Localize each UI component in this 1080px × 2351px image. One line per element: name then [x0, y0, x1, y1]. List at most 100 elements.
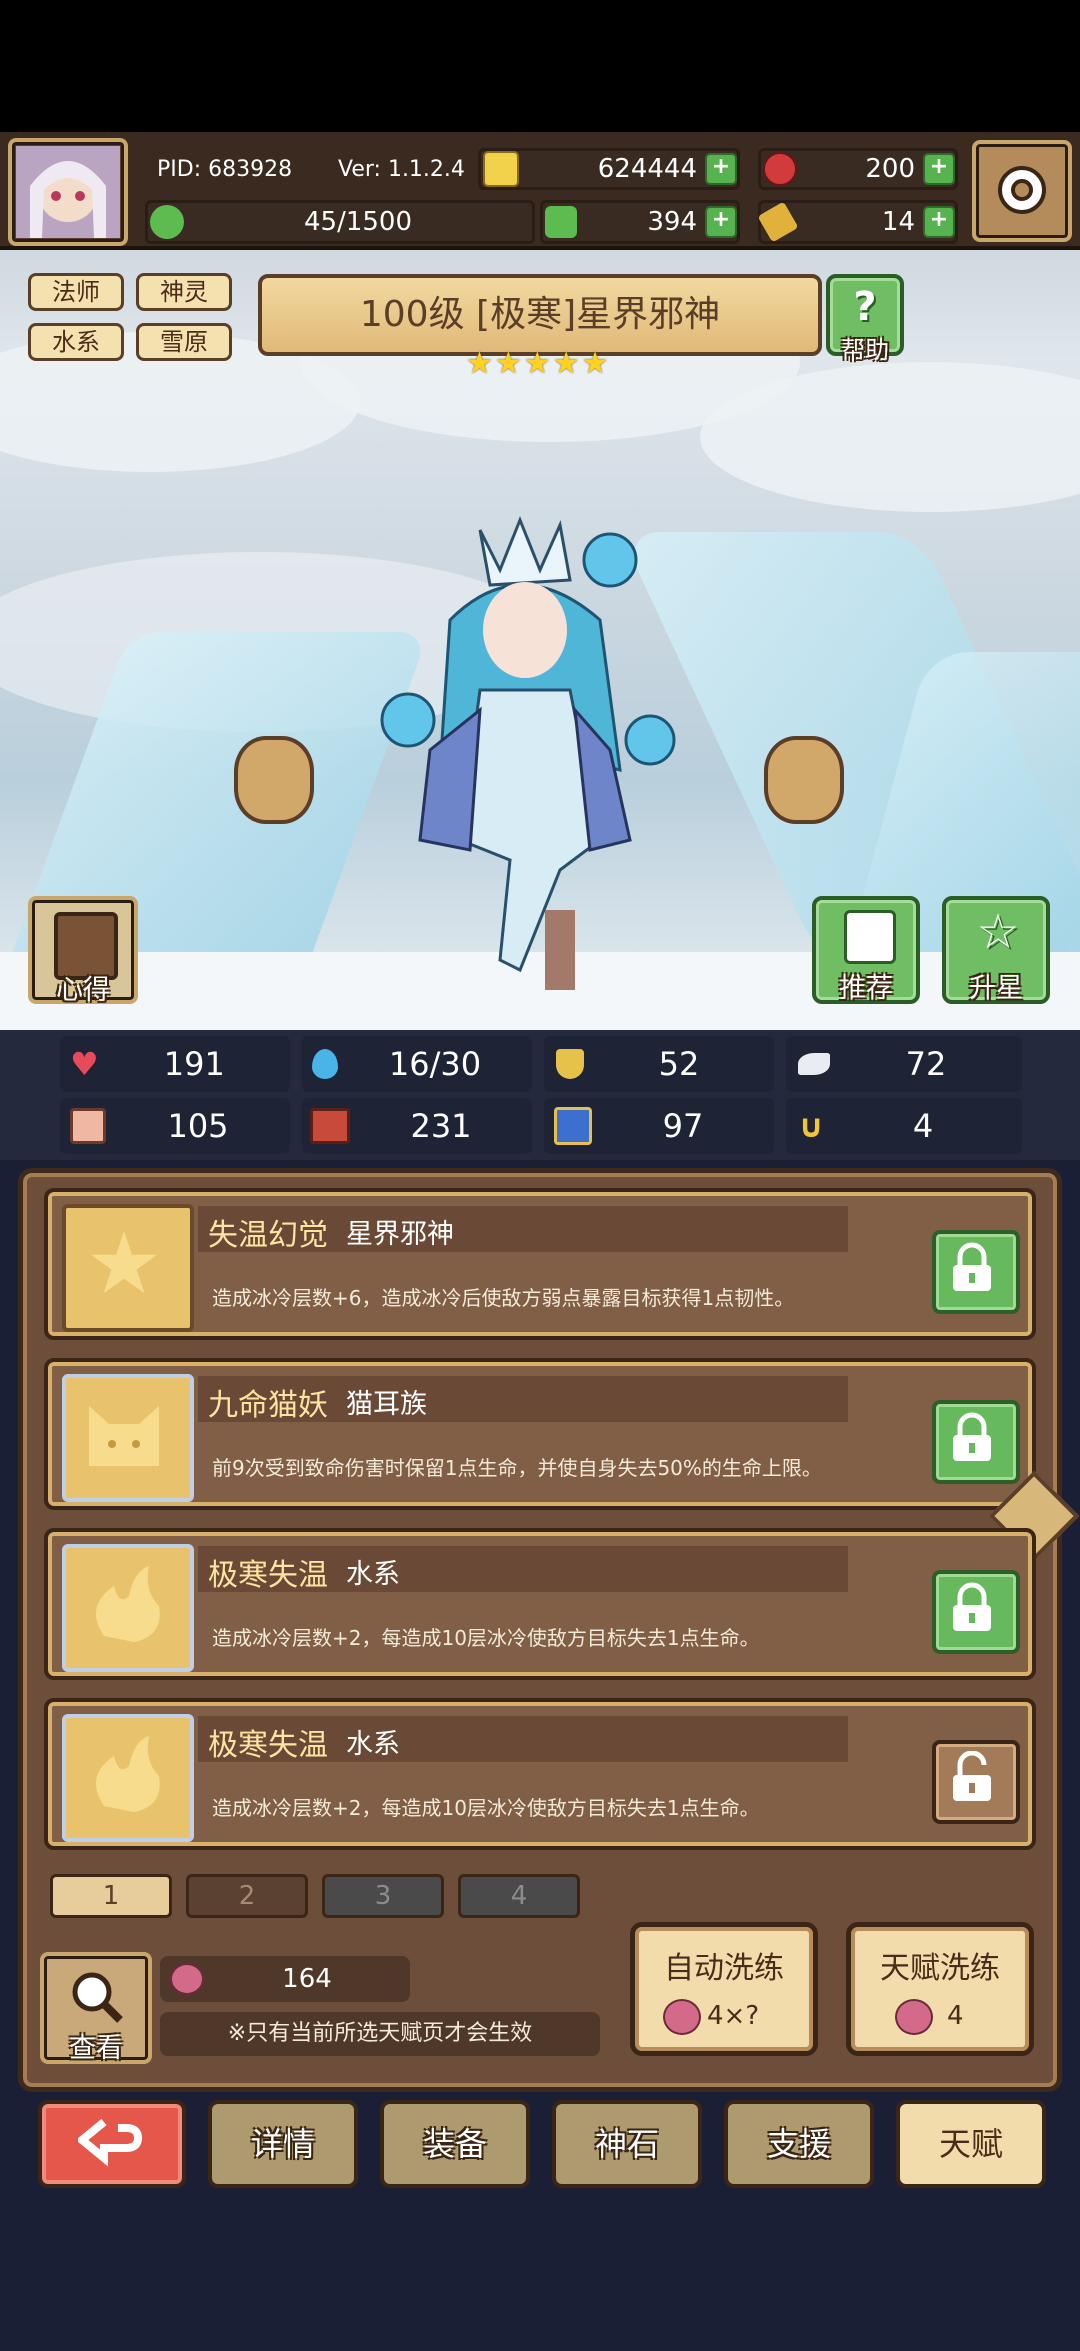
gem-counter: 200 +: [758, 148, 958, 190]
auto-refine-cost: 4×?: [707, 2001, 760, 2031]
clover-counter: 394 +: [540, 200, 740, 244]
peach-icon: [663, 1999, 701, 2035]
upgrade-label: 升星: [969, 973, 1023, 1004]
gold-coin-icon: [483, 151, 519, 187]
gold-counter: 624444 +: [478, 148, 740, 190]
talent-page-tab-3[interactable]: 3: [322, 1874, 444, 1918]
stat-value: 231: [410, 1107, 472, 1145]
talent-page-tab-4[interactable]: 4: [458, 1874, 580, 1918]
add-gem-button[interactable]: +: [923, 153, 955, 185]
talent-card[interactable]: 九命猫妖 猫耳族 前9次受到致命伤害时保留1点生命，并使自身失去50%的生命上限…: [44, 1358, 1036, 1510]
stat-value: 52: [658, 1045, 700, 1083]
talent-refine-cost: 4: [947, 2001, 964, 2031]
lock-icon: [953, 1582, 991, 1631]
help-button[interactable]: ? 帮助: [826, 274, 904, 364]
right-rune-coin[interactable]: [764, 736, 844, 824]
refine-material-count: 164: [160, 1956, 410, 2002]
stat-attack: 105: [60, 1098, 290, 1154]
clover-energy-icon: [150, 205, 184, 239]
red-gem-icon: [763, 152, 797, 186]
talent-source: 星界邪神: [346, 1219, 454, 1250]
spellbook-icon: [310, 1108, 350, 1144]
talent-description: 造成冰冷层数+6，造成冰冷后使敌方弱点暴露目标获得1点韧性。: [212, 1286, 795, 1310]
stat-magic: 231: [302, 1098, 532, 1154]
notes-button[interactable]: 心得: [28, 896, 138, 1006]
auto-refine-label: 自动洗练: [664, 1951, 784, 1986]
lock-button[interactable]: [932, 1570, 1020, 1654]
stat-evasion: 72: [786, 1036, 1022, 1092]
heart-icon: ♥: [70, 1045, 99, 1083]
stat-value: 4: [912, 1107, 934, 1145]
gear-icon: [998, 166, 1046, 214]
stat-value: 105: [167, 1107, 229, 1145]
recommend-button[interactable]: 推荐: [812, 896, 920, 1004]
fist-icon: [70, 1108, 106, 1144]
star-icon: ★: [581, 346, 609, 381]
unlock-button[interactable]: [932, 1740, 1020, 1824]
tag-class: 法师: [28, 273, 124, 311]
help-label: 帮助: [841, 336, 889, 364]
speed-icon: [554, 1107, 592, 1145]
clover-value: 394: [647, 207, 697, 237]
nav-god-stone[interactable]: 神石: [552, 2100, 702, 2188]
back-button[interactable]: [38, 2100, 186, 2188]
view-button[interactable]: 查看: [40, 1952, 152, 2064]
talent-description: 前9次受到致命伤害时保留1点生命，并使自身失去50%的生命上限。: [212, 1456, 822, 1480]
character-title: 100级 [极寒]星界邪神: [258, 274, 822, 356]
tag-element: 水系: [28, 323, 124, 361]
player-avatar[interactable]: [8, 138, 128, 246]
key-value: 14: [881, 207, 915, 237]
unlocked-lock-icon: [953, 1751, 991, 1801]
player-id: PID: 683928: [157, 156, 293, 182]
back-arrow-icon: [78, 2118, 143, 2167]
talent-card[interactable]: 极寒失温 水系 造成冰冷层数+2，每造成10层冰冷使敌方目标失去1点生命。: [44, 1698, 1036, 1850]
talent-refine-button[interactable]: 天赋洗练 4: [846, 1922, 1034, 2056]
stat-hp: ♥ 191: [60, 1036, 290, 1092]
cat-face-icon: [62, 1374, 194, 1502]
stat-value: 72: [905, 1045, 947, 1083]
recommend-label: 推荐: [839, 973, 893, 1004]
nav-details[interactable]: 详情: [208, 2100, 358, 2188]
star-icon: ★: [552, 346, 580, 381]
auto-refine-button[interactable]: 自动洗练 4×?: [630, 1922, 818, 2056]
wing-icon: [798, 1053, 830, 1075]
tag-race: 神灵: [136, 273, 232, 311]
view-label: 查看: [69, 2033, 123, 2064]
talent-card[interactable]: ★ 失温幻觉 星界邪神 造成冰冷层数+6，造成冰冷后使敌方弱点暴露目标获得1点韧…: [44, 1188, 1036, 1340]
star-icon: ★: [523, 346, 551, 381]
horseshoe-icon: ∪: [798, 1107, 824, 1145]
nav-support[interactable]: 支援: [724, 2100, 874, 2188]
nav-talent[interactable]: 天赋: [896, 2100, 1046, 2188]
add-clover-button[interactable]: +: [705, 206, 737, 238]
add-gold-button[interactable]: +: [705, 153, 737, 185]
settings-button[interactable]: [972, 140, 1072, 242]
star-upgrade-button[interactable]: ☆ 升星: [942, 896, 1050, 1004]
talent-name: 极寒失温: [208, 1728, 328, 1763]
talent-name: 极寒失温: [208, 1558, 328, 1593]
talent-page-tab-1[interactable]: 1: [50, 1874, 172, 1918]
add-key-button[interactable]: +: [923, 206, 955, 238]
talent-page-tab-2[interactable]: 2: [186, 1874, 308, 1918]
left-rune-coin[interactable]: [234, 736, 314, 824]
star-badge-icon: ★: [62, 1204, 194, 1332]
stat-value: 16/30: [388, 1045, 482, 1083]
stat-value: 97: [662, 1107, 704, 1145]
talent-card[interactable]: 极寒失温 水系 造成冰冷层数+2，每造成10层冰冷使敌方目标失去1点生命。: [44, 1528, 1036, 1680]
talent-source: 猫耳族: [346, 1389, 427, 1420]
talent-description: 造成冰冷层数+2，每造成10层冰冷使敌方目标失去1点生命。: [212, 1796, 760, 1820]
gold-value: 624444: [597, 154, 697, 184]
energy-value: 45/1500: [303, 207, 412, 237]
nav-equipment[interactable]: 装备: [380, 2100, 530, 2188]
stat-value: 191: [163, 1045, 225, 1083]
status-bar-area: [0, 0, 1080, 132]
talent-source: 水系: [346, 1559, 400, 1590]
stat-speed: 97: [544, 1098, 774, 1154]
star-icon: ★: [466, 346, 493, 381]
page-notice: ※只有当前所选天赋页才会生效: [160, 2012, 600, 2056]
tag-region: 雪原: [136, 323, 232, 361]
lock-button[interactable]: [932, 1400, 1020, 1484]
stat-luck: ∪ 4: [786, 1098, 1022, 1154]
lock-button[interactable]: [932, 1230, 1020, 1314]
frost-flame-icon: [62, 1714, 194, 1842]
lock-icon: [953, 1242, 991, 1291]
